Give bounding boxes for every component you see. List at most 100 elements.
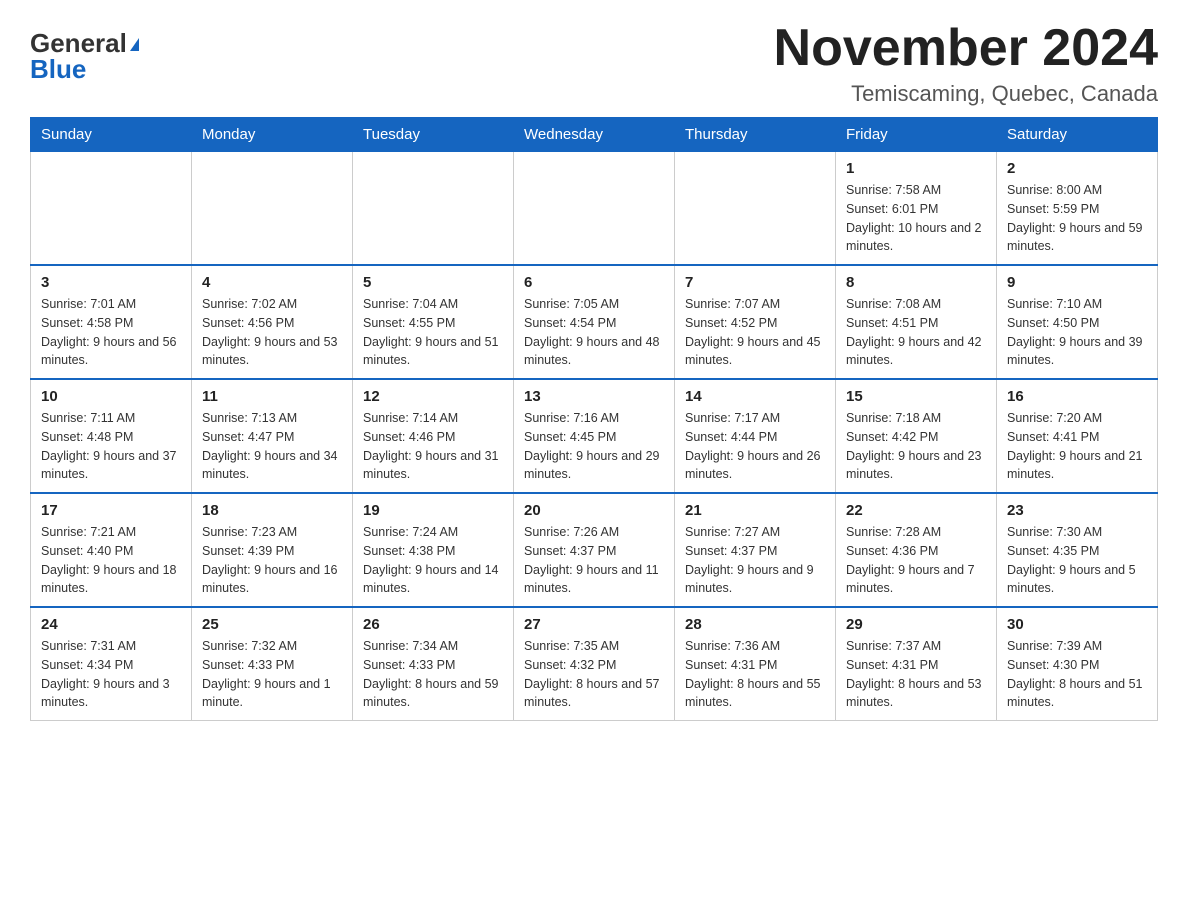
location-title: Temiscaming, Quebec, Canada	[774, 81, 1158, 107]
day-info: Sunrise: 7:04 AMSunset: 4:55 PMDaylight:…	[363, 295, 503, 370]
day-number: 4	[202, 274, 342, 291]
day-info: Sunrise: 7:34 AMSunset: 4:33 PMDaylight:…	[363, 637, 503, 712]
logo-blue-text: Blue	[30, 56, 86, 82]
day-number: 16	[1007, 388, 1147, 405]
calendar-cell	[675, 152, 836, 266]
day-info: Sunrise: 7:05 AMSunset: 4:54 PMDaylight:…	[524, 295, 664, 370]
day-number: 30	[1007, 616, 1147, 633]
calendar-cell: 27 Sunrise: 7:35 AMSunset: 4:32 PMDayligh…	[514, 607, 675, 721]
day-number: 17	[41, 502, 181, 519]
day-info: Sunrise: 7:13 AMSunset: 4:47 PMDaylight:…	[202, 409, 342, 484]
calendar-table: SundayMondayTuesdayWednesdayThursdayFrid…	[30, 117, 1158, 721]
calendar-cell: 4 Sunrise: 7:02 AMSunset: 4:56 PMDaylight…	[192, 265, 353, 379]
calendar-cell: 29 Sunrise: 7:37 AMSunset: 4:31 PMDayligh…	[836, 607, 997, 721]
calendar-cell: 30 Sunrise: 7:39 AMSunset: 4:30 PMDayligh…	[997, 607, 1158, 721]
day-info: Sunrise: 7:18 AMSunset: 4:42 PMDaylight:…	[846, 409, 986, 484]
day-info: Sunrise: 8:00 AMSunset: 5:59 PMDaylight:…	[1007, 181, 1147, 256]
day-number: 24	[41, 616, 181, 633]
calendar-cell: 17 Sunrise: 7:21 AMSunset: 4:40 PMDayligh…	[31, 493, 192, 607]
day-info: Sunrise: 7:16 AMSunset: 4:45 PMDaylight:…	[524, 409, 664, 484]
day-info: Sunrise: 7:01 AMSunset: 4:58 PMDaylight:…	[41, 295, 181, 370]
day-info: Sunrise: 7:36 AMSunset: 4:31 PMDaylight:…	[685, 637, 825, 712]
day-number: 29	[846, 616, 986, 633]
weekday-header-wednesday: Wednesday	[514, 118, 675, 152]
calendar-cell: 28 Sunrise: 7:36 AMSunset: 4:31 PMDayligh…	[675, 607, 836, 721]
calendar-cell	[31, 152, 192, 266]
day-number: 14	[685, 388, 825, 405]
calendar-week-row: 24 Sunrise: 7:31 AMSunset: 4:34 PMDayligh…	[31, 607, 1158, 721]
day-number: 18	[202, 502, 342, 519]
calendar-week-row: 17 Sunrise: 7:21 AMSunset: 4:40 PMDayligh…	[31, 493, 1158, 607]
day-number: 6	[524, 274, 664, 291]
day-info: Sunrise: 7:31 AMSunset: 4:34 PMDaylight:…	[41, 637, 181, 712]
calendar-cell: 15 Sunrise: 7:18 AMSunset: 4:42 PMDayligh…	[836, 379, 997, 493]
calendar-cell: 12 Sunrise: 7:14 AMSunset: 4:46 PMDayligh…	[353, 379, 514, 493]
calendar-cell: 8 Sunrise: 7:08 AMSunset: 4:51 PMDaylight…	[836, 265, 997, 379]
day-info: Sunrise: 7:21 AMSunset: 4:40 PMDaylight:…	[41, 523, 181, 598]
calendar-cell: 10 Sunrise: 7:11 AMSunset: 4:48 PMDayligh…	[31, 379, 192, 493]
calendar-cell: 14 Sunrise: 7:17 AMSunset: 4:44 PMDayligh…	[675, 379, 836, 493]
day-number: 12	[363, 388, 503, 405]
day-number: 21	[685, 502, 825, 519]
calendar-cell: 5Sunrise: 7:04 AMSunset: 4:55 PMDaylight…	[353, 265, 514, 379]
calendar-week-row: 3 Sunrise: 7:01 AMSunset: 4:58 PMDaylight…	[31, 265, 1158, 379]
calendar-cell: 20Sunrise: 7:26 AMSunset: 4:37 PMDayligh…	[514, 493, 675, 607]
calendar-cell: 7 Sunrise: 7:07 AMSunset: 4:52 PMDaylight…	[675, 265, 836, 379]
day-info: Sunrise: 7:39 AMSunset: 4:30 PMDaylight:…	[1007, 637, 1147, 712]
day-number: 8	[846, 274, 986, 291]
weekday-header-thursday: Thursday	[675, 118, 836, 152]
weekday-header-saturday: Saturday	[997, 118, 1158, 152]
weekday-header-monday: Monday	[192, 118, 353, 152]
calendar-cell: 19Sunrise: 7:24 AMSunset: 4:38 PMDayligh…	[353, 493, 514, 607]
day-number: 22	[846, 502, 986, 519]
day-number: 7	[685, 274, 825, 291]
calendar-cell: 24 Sunrise: 7:31 AMSunset: 4:34 PMDayligh…	[31, 607, 192, 721]
day-info: Sunrise: 7:24 AMSunset: 4:38 PMDaylight:…	[363, 523, 503, 598]
day-number: 27	[524, 616, 664, 633]
calendar-cell: 22 Sunrise: 7:28 AMSunset: 4:36 PMDayligh…	[836, 493, 997, 607]
day-number: 11	[202, 388, 342, 405]
page-header: General Blue November 2024 Temiscaming, …	[30, 20, 1158, 107]
day-info: Sunrise: 7:02 AMSunset: 4:56 PMDaylight:…	[202, 295, 342, 370]
calendar-cell: 2 Sunrise: 8:00 AMSunset: 5:59 PMDaylight…	[997, 152, 1158, 266]
weekday-header-sunday: Sunday	[31, 118, 192, 152]
day-number: 9	[1007, 274, 1147, 291]
calendar-cell: 6 Sunrise: 7:05 AMSunset: 4:54 PMDaylight…	[514, 265, 675, 379]
day-info: Sunrise: 7:27 AMSunset: 4:37 PMDaylight:…	[685, 523, 825, 598]
day-info: Sunrise: 7:30 AMSunset: 4:35 PMDaylight:…	[1007, 523, 1147, 598]
day-info: Sunrise: 7:17 AMSunset: 4:44 PMDaylight:…	[685, 409, 825, 484]
day-info: Sunrise: 7:20 AMSunset: 4:41 PMDaylight:…	[1007, 409, 1147, 484]
calendar-cell	[192, 152, 353, 266]
calendar-cell: 18Sunrise: 7:23 AMSunset: 4:39 PMDayligh…	[192, 493, 353, 607]
weekday-header-tuesday: Tuesday	[353, 118, 514, 152]
day-number: 28	[685, 616, 825, 633]
day-number: 13	[524, 388, 664, 405]
calendar-cell: 13 Sunrise: 7:16 AMSunset: 4:45 PMDayligh…	[514, 379, 675, 493]
calendar-cell: 9 Sunrise: 7:10 AMSunset: 4:50 PMDaylight…	[997, 265, 1158, 379]
day-info: Sunrise: 7:07 AMSunset: 4:52 PMDaylight:…	[685, 295, 825, 370]
day-info: Sunrise: 7:28 AMSunset: 4:36 PMDaylight:…	[846, 523, 986, 598]
calendar-cell: 3 Sunrise: 7:01 AMSunset: 4:58 PMDaylight…	[31, 265, 192, 379]
day-info: Sunrise: 7:35 AMSunset: 4:32 PMDaylight:…	[524, 637, 664, 712]
day-number: 10	[41, 388, 181, 405]
day-info: Sunrise: 7:11 AMSunset: 4:48 PMDaylight:…	[41, 409, 181, 484]
calendar-week-row: 1Sunrise: 7:58 AMSunset: 6:01 PMDaylight…	[31, 152, 1158, 266]
logo: General Blue	[30, 20, 139, 82]
day-info: Sunrise: 7:32 AMSunset: 4:33 PMDaylight:…	[202, 637, 342, 712]
calendar-cell: 11 Sunrise: 7:13 AMSunset: 4:47 PMDayligh…	[192, 379, 353, 493]
day-number: 3	[41, 274, 181, 291]
calendar-cell: 16 Sunrise: 7:20 AMSunset: 4:41 PMDayligh…	[997, 379, 1158, 493]
calendar-cell: 21 Sunrise: 7:27 AMSunset: 4:37 PMDayligh…	[675, 493, 836, 607]
day-info: Sunrise: 7:10 AMSunset: 4:50 PMDaylight:…	[1007, 295, 1147, 370]
day-info: Sunrise: 7:14 AMSunset: 4:46 PMDaylight:…	[363, 409, 503, 484]
title-section: November 2024 Temiscaming, Quebec, Canad…	[774, 20, 1158, 107]
day-number: 2	[1007, 160, 1147, 177]
day-number: 15	[846, 388, 986, 405]
calendar-cell: 26Sunrise: 7:34 AMSunset: 4:33 PMDayligh…	[353, 607, 514, 721]
calendar-cell: 25Sunrise: 7:32 AMSunset: 4:33 PMDayligh…	[192, 607, 353, 721]
calendar-cell: 1Sunrise: 7:58 AMSunset: 6:01 PMDaylight…	[836, 152, 997, 266]
day-number: 20	[524, 502, 664, 519]
day-info: Sunrise: 7:37 AMSunset: 4:31 PMDaylight:…	[846, 637, 986, 712]
calendar-week-row: 10 Sunrise: 7:11 AMSunset: 4:48 PMDayligh…	[31, 379, 1158, 493]
day-info: Sunrise: 7:08 AMSunset: 4:51 PMDaylight:…	[846, 295, 986, 370]
